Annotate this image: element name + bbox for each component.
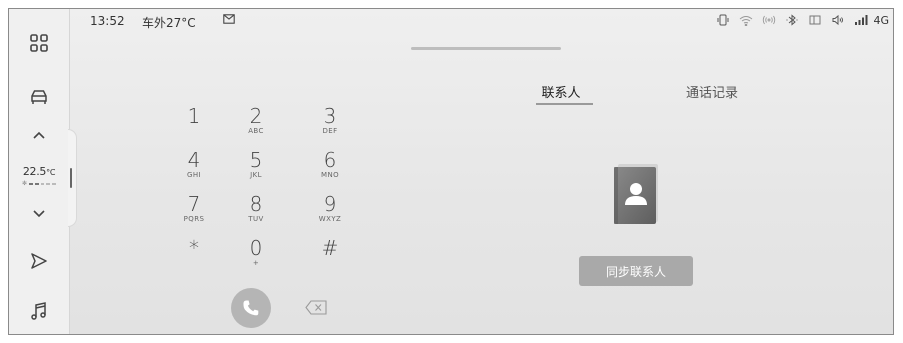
dialpad-key[interactable]: 6 MNO [297, 150, 363, 184]
dialpad-letters: ABC [248, 127, 264, 135]
apps-grid-icon [30, 34, 48, 52]
status-bar: 13:52 车外27°C 4G [69, 9, 893, 31]
tab-call-history[interactable]: 通话记录 [677, 82, 747, 101]
backspace-icon [305, 300, 327, 315]
dialpad-digit: 4 [187, 148, 201, 172]
dialpad-letters: WXYZ [318, 215, 342, 223]
dialpad-digit: 1 [187, 104, 201, 128]
wifi-icon [739, 14, 753, 26]
dialpad-key[interactable]: # [297, 238, 363, 272]
hotspot-icon [762, 14, 776, 26]
apps-button[interactable] [9, 23, 69, 63]
app-frame: 22.5°C ✻ 13:52 车外27°C 4G 1 2 ABC 3 DEF 4… [8, 8, 894, 335]
status-icons: 4G [716, 12, 889, 28]
call-button[interactable] [231, 288, 271, 328]
car-icon [31, 90, 47, 104]
dialpad-digit: 3 [323, 104, 337, 128]
dialpad-letters: + [252, 259, 260, 267]
dialpad-key[interactable]: * [161, 238, 227, 272]
dialpad-key[interactable]: 3 DEF [297, 106, 363, 140]
chevron-down-icon [33, 210, 45, 218]
dialpad-digit: 9 [323, 192, 337, 216]
chevron-up-icon [33, 131, 45, 139]
music-icon [31, 302, 46, 320]
music-button[interactable] [9, 291, 69, 331]
sidebar: 22.5°C ✻ [9, 9, 70, 334]
dialpad-digit: 8 [249, 192, 263, 216]
dialpad-digit: 6 [323, 148, 337, 172]
dialpad-key[interactable]: 4 GHI [161, 150, 227, 184]
dialpad-letters: TUV [248, 215, 264, 223]
sidebar-handle[interactable] [68, 129, 77, 227]
contact-book-icon [614, 164, 658, 224]
fan-icon: ✻ [22, 180, 28, 187]
phone-icon [243, 300, 259, 316]
dialpad-key[interactable]: 2 ABC [223, 106, 289, 140]
temperature-down-button[interactable] [9, 193, 69, 233]
vibrate-icon [716, 14, 730, 26]
navigation-button[interactable] [9, 241, 69, 281]
dialpad-digit: 5 [249, 148, 263, 172]
tab-contacts[interactable]: 联系人 [529, 82, 593, 101]
phone-projection-icon [808, 14, 822, 26]
status-time: 13:52 [90, 14, 125, 28]
sync-contacts-button[interactable]: 同步联系人 [579, 256, 693, 286]
network-type: 4G [873, 13, 889, 27]
drag-handle[interactable] [411, 47, 561, 50]
outside-temperature: 车外27°C [142, 16, 196, 30]
navigation-icon [31, 253, 47, 269]
signal-icon [854, 14, 868, 26]
dialpad-letters: MNO [321, 171, 339, 179]
message-icon[interactable] [223, 14, 235, 24]
dialpad-digit: 0 [249, 236, 263, 260]
active-tab-indicator [536, 103, 593, 105]
fan-level-bar: ✻ [22, 180, 57, 187]
volume-icon [831, 14, 845, 26]
temperature-display: 22.5°C ✻ [9, 155, 69, 195]
dialpad-key[interactable]: 5 JKL [223, 150, 289, 184]
dialpad-key[interactable]: 8 TUV [223, 194, 289, 228]
dialpad-digit: * [189, 236, 199, 260]
dialpad-digit: # [321, 236, 339, 260]
dialpad-letters: GHI [187, 171, 201, 179]
dialpad-key[interactable]: 0 + [223, 238, 289, 272]
dialpad-letters: JKL [250, 171, 262, 179]
dialpad-key[interactable]: 7 PQRS [161, 194, 227, 228]
delete-button[interactable] [305, 300, 327, 315]
dialpad-letters: PQRS [183, 215, 205, 223]
vehicle-button[interactable] [9, 77, 69, 117]
dialpad-key[interactable]: 1 [161, 106, 227, 140]
dialpad-key[interactable]: 9 WXYZ [297, 194, 363, 228]
dialpad-digit: 7 [187, 192, 201, 216]
bluetooth-icon [785, 14, 799, 26]
temperature-up-button[interactable] [9, 115, 69, 155]
dialpad-digit: 2 [249, 104, 263, 128]
temperature-value: 22.5°C [22, 165, 56, 178]
dialpad-letters: DEF [322, 127, 338, 135]
